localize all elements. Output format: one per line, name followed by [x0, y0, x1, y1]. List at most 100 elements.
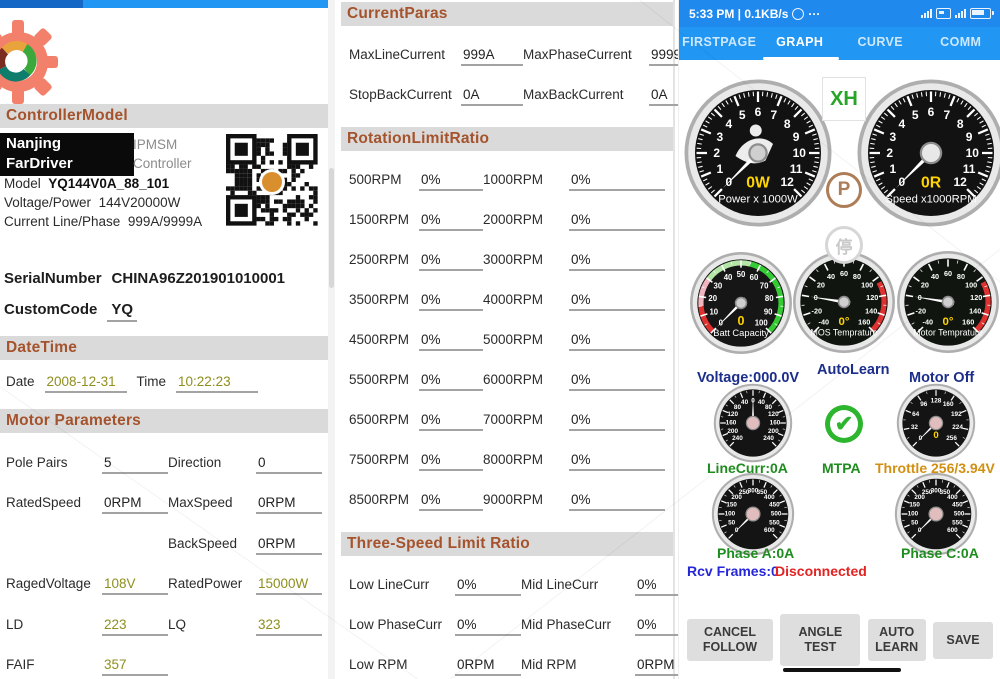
param-value-field[interactable]: 0RPM	[102, 495, 168, 514]
param-value-field[interactable]: 357	[102, 657, 168, 676]
param-value-field[interactable]: 999A	[461, 47, 523, 66]
param-value-field[interactable]: 15000W	[256, 576, 322, 595]
param-value-field[interactable]: 0%	[569, 332, 665, 351]
param-value-field[interactable]: 0%	[419, 212, 483, 231]
section-header-current-paras: CurrentParas	[341, 2, 673, 26]
signal-icon	[921, 9, 932, 18]
svg-text:2: 2	[886, 146, 893, 160]
tab[interactable]: GRAPH	[760, 27, 841, 60]
param-value-field[interactable]: 223	[102, 617, 168, 636]
svg-text:120: 120	[866, 293, 878, 302]
svg-text:240: 240	[763, 435, 774, 442]
svg-text:140: 140	[865, 306, 877, 315]
param-value-field[interactable]: 0%	[455, 577, 521, 596]
svg-text:20: 20	[817, 281, 825, 290]
param-value-field[interactable]: 0%	[569, 372, 665, 391]
svg-text:6: 6	[755, 105, 762, 119]
param-value-field[interactable]: 0RPM	[256, 495, 322, 514]
param-row: 4500RPM 0% 5000RPM 0%	[349, 332, 665, 351]
phase-c-readout: Phase C:0A	[901, 545, 979, 561]
param-label: 3000RPM	[483, 252, 569, 267]
tab[interactable]: COMM	[921, 27, 1000, 60]
svg-text:224: 224	[952, 424, 963, 431]
custom-code-field[interactable]: YQ	[107, 301, 137, 322]
param-value-field[interactable]: 108V	[102, 576, 168, 595]
svg-text:240: 240	[732, 435, 743, 442]
param-value-field[interactable]: 0%	[569, 412, 665, 431]
param-label: MaxLineCurrent	[349, 47, 461, 62]
param-value-field[interactable]: 0RPM	[635, 657, 683, 676]
param-value-field[interactable]: 0%	[419, 492, 483, 511]
parking-button[interactable]: P	[826, 172, 862, 208]
section-header-motor-parameters: Motor Parameters	[0, 409, 328, 433]
param-value-field[interactable]: 0%	[419, 412, 483, 431]
param-value-field[interactable]: 0%	[569, 292, 665, 311]
param-row: 7500RPM 0% 8000RPM 0%	[349, 452, 665, 471]
param-row: LD 223 LQ 323	[6, 617, 322, 636]
logo-area	[0, 0, 328, 104]
svg-text:4: 4	[725, 117, 732, 131]
param-value-field[interactable]: 5	[102, 455, 168, 474]
middle-panel: CurrentParas MaxLineCurrent 999A MaxPhas…	[341, 0, 675, 679]
param-label: 500RPM	[349, 172, 419, 187]
stop-button[interactable]: 停	[825, 226, 863, 264]
param-value-field[interactable]: 0RPM	[455, 657, 521, 676]
svg-text:40: 40	[758, 399, 766, 406]
param-value-field[interactable]: 0%	[635, 617, 683, 636]
param-value-field[interactable]: 0RPM	[256, 536, 322, 555]
param-value-field[interactable]: 323	[256, 617, 322, 636]
action-button[interactable]: ANGLE TEST	[780, 614, 860, 666]
action-button[interactable]: SAVE	[933, 622, 993, 659]
param-value-field[interactable]: 0%	[569, 212, 665, 231]
svg-text:400: 400	[947, 494, 958, 501]
tab[interactable]: FIRSTPAGE	[679, 27, 760, 60]
svg-text:60: 60	[840, 269, 848, 278]
param-label: 8500RPM	[349, 492, 419, 507]
param-value-field[interactable]: 0%	[419, 452, 483, 471]
time-field[interactable]: 10:22:23	[176, 374, 258, 393]
svg-text:96: 96	[920, 401, 928, 408]
svg-text:Batt Capacity: Batt Capacity	[713, 328, 769, 338]
action-button[interactable]: AUTO LEARN	[868, 619, 926, 661]
svg-text:Motor Temprature: Motor Temprature	[913, 327, 983, 337]
param-label: Low RPM	[349, 657, 455, 672]
svg-text:160: 160	[962, 318, 974, 327]
svg-text:0°: 0°	[943, 316, 954, 328]
active-tab-underline	[763, 57, 839, 60]
qr-code	[224, 132, 320, 232]
svg-text:80: 80	[765, 294, 774, 303]
param-value-field[interactable]: 0%	[419, 292, 483, 311]
param-value-field[interactable]: 0%	[569, 492, 665, 511]
param-value-field[interactable]: 0%	[635, 577, 683, 596]
param-value-field[interactable]: 0%	[569, 172, 665, 191]
svg-text:8: 8	[784, 117, 791, 131]
param-label: 2000RPM	[483, 212, 569, 227]
svg-text:500: 500	[771, 511, 782, 518]
param-value-field[interactable]: 0%	[419, 332, 483, 351]
xh-indicator: XH	[822, 77, 866, 121]
param-value-field[interactable]: 0%	[419, 252, 483, 271]
param-value-field[interactable]: 0%	[419, 172, 483, 191]
left-scrollbar[interactable]	[328, 0, 335, 679]
svg-text:140: 140	[969, 306, 981, 315]
svg-text:160: 160	[726, 420, 737, 427]
tab[interactable]: CURVE	[840, 27, 921, 60]
param-value-field[interactable]: 0%	[569, 452, 665, 471]
param-label: LD	[6, 617, 102, 632]
param-value-field[interactable]: 0	[256, 455, 322, 474]
battery-capacity-gauge: 01020304050607080901000Batt Capacity	[689, 251, 793, 355]
param-value-field[interactable]: 0%	[569, 252, 665, 271]
svg-text:0: 0	[738, 314, 745, 328]
param-label: MaxSpeed	[168, 495, 256, 510]
param-value-field[interactable]: 0A	[461, 87, 523, 106]
param-label: Mid LineCurr	[521, 577, 635, 592]
param-value-field[interactable]: 0%	[455, 617, 521, 636]
svg-text:70: 70	[760, 282, 769, 291]
date-field[interactable]: 2008-12-31	[45, 374, 127, 393]
svg-text:40: 40	[741, 399, 749, 406]
svg-text:40: 40	[827, 272, 835, 281]
param-value-field[interactable]: 0%	[419, 372, 483, 391]
action-button[interactable]: CANCEL FOLLOW	[687, 619, 773, 661]
svg-text:11: 11	[790, 162, 803, 176]
mtpa-check-button[interactable]: ✔	[825, 405, 863, 443]
